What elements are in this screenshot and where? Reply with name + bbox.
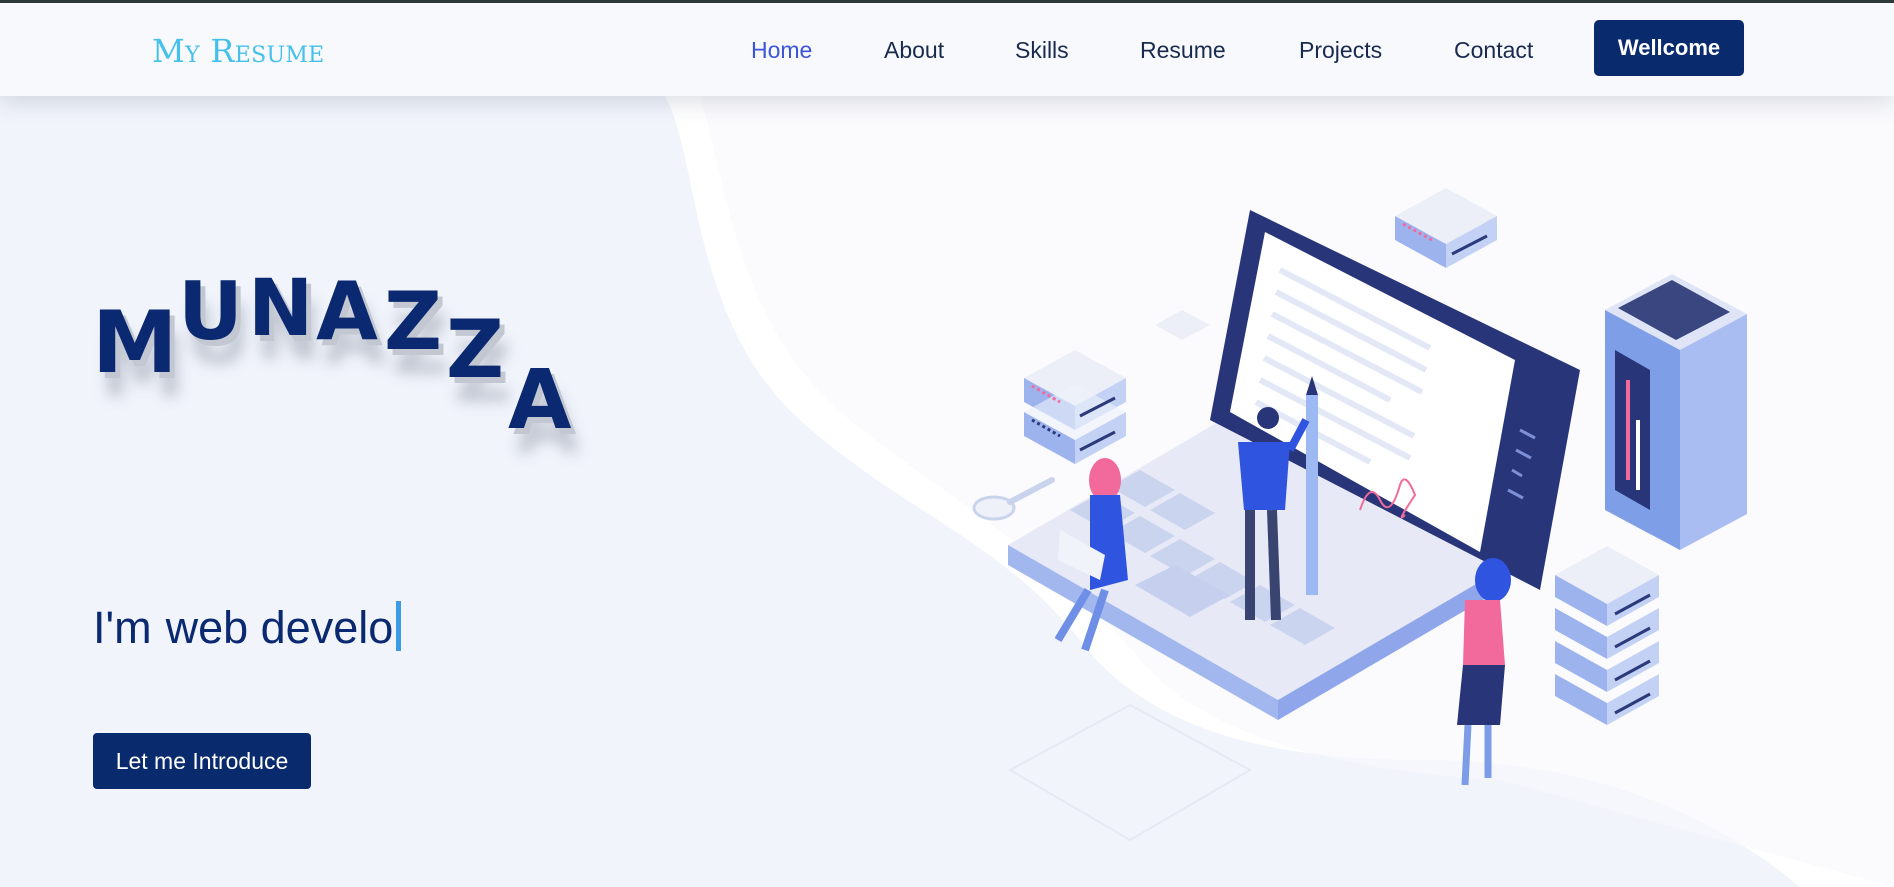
main-nav: Home About Skills Resume Projects Contac… [720, 3, 1760, 96]
site-header: My Resume Home About Skills Resume Proje… [0, 3, 1894, 96]
nav-resume[interactable]: Resume [1140, 36, 1226, 64]
hero-name: M U N A Z Z A [92, 262, 612, 462]
hero-name-letter: N [248, 264, 314, 354]
nav-home[interactable]: Home [751, 36, 812, 64]
hero-name-letter: M [92, 293, 178, 393]
site-logo[interactable]: My Resume [152, 33, 325, 69]
hero-name-letter: Z [446, 303, 505, 396]
top-border [0, 0, 1894, 3]
laptop-documents-illustration [972, 188, 1747, 786]
hero-name-letter: U [178, 265, 243, 358]
tagline-prefix: I'm [93, 602, 152, 653]
tagline-typed-text: web develo [165, 602, 394, 653]
introduce-button[interactable]: Let me Introduce [93, 733, 311, 789]
typing-caret [396, 601, 402, 651]
server-stack-bottom-right [1555, 546, 1659, 725]
hero-name-letter: A [508, 353, 572, 448]
nav-skills[interactable]: Skills [1015, 36, 1069, 64]
hero-tagline: I'm web develo [93, 601, 402, 655]
nav-projects[interactable]: Projects [1299, 36, 1382, 64]
hero-name-letter: Z [384, 275, 443, 368]
server-top [1395, 188, 1497, 268]
server-tower-right [1605, 274, 1747, 550]
server-stack-left [1024, 350, 1126, 464]
nav-contact[interactable]: Contact [1454, 36, 1533, 64]
hero-name-letter: A [316, 265, 378, 358]
welcome-button[interactable]: Wellcome [1594, 20, 1744, 76]
nav-about[interactable]: About [884, 36, 944, 64]
key-icon [972, 477, 1055, 521]
